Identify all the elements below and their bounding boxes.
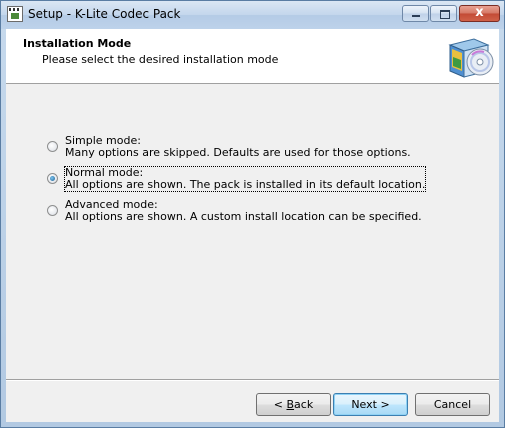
title-bar[interactable]: Setup - K-Lite Codec Pack x [1, 1, 504, 29]
option-label[interactable]: Normal mode: All options are shown. The … [63, 166, 427, 192]
wizard-header: Installation Mode Please select the desi… [6, 29, 499, 84]
page-title: Installation Mode [23, 37, 132, 50]
simple-mode-radio[interactable] [47, 141, 58, 152]
back-rest: ack [294, 398, 314, 411]
option-label[interactable]: Simple mode: Many options are skipped. D… [65, 135, 411, 159]
window-title: Setup - K-Lite Codec Pack [28, 7, 181, 21]
close-icon: x [475, 5, 484, 20]
minimize-button[interactable] [402, 5, 429, 22]
back-prefix: < [273, 398, 287, 411]
normal-mode-description[interactable]: All options are shown. The pack is insta… [65, 179, 425, 191]
next-button[interactable]: Next > [333, 393, 408, 416]
back-mnemonic: B [286, 398, 295, 411]
wizard-client-area: Installation Mode Please select the desi… [6, 29, 499, 422]
back-button[interactable]: < Back [256, 393, 331, 416]
setup-window: Setup - K-Lite Codec Pack x Installation… [0, 0, 505, 428]
normal-mode-radio[interactable] [47, 173, 58, 184]
footer-separator [6, 379, 499, 381]
close-button[interactable]: x [459, 5, 500, 22]
advanced-mode-description[interactable]: All options are shown. A custom install … [65, 211, 422, 223]
setup-app-icon[interactable] [7, 6, 23, 22]
maximize-button[interactable] [430, 5, 457, 22]
simple-mode-description[interactable]: Many options are skipped. Defaults are u… [65, 147, 411, 159]
page-subtitle: Please select the desired installation m… [42, 53, 279, 66]
option-label[interactable]: Advanced mode: All options are shown. A … [65, 199, 422, 223]
advanced-mode-radio[interactable] [47, 205, 58, 216]
cancel-button[interactable]: Cancel [415, 393, 490, 416]
software-box-cd-icon [448, 38, 494, 78]
